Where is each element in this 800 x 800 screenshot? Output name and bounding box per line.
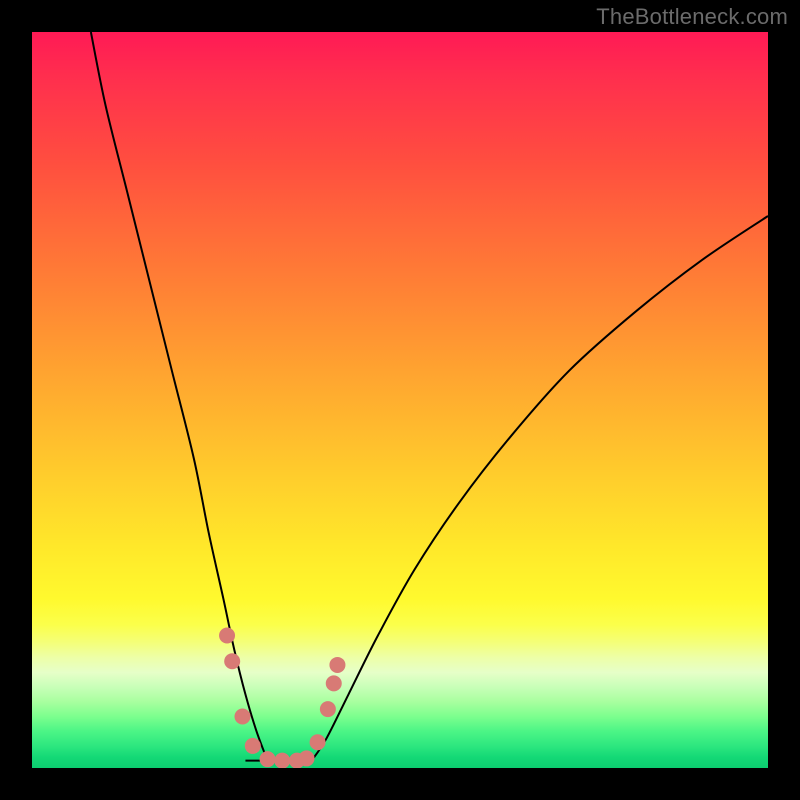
- valley-marker: [326, 675, 342, 691]
- valley-marker: [274, 753, 290, 768]
- valley-marker: [329, 657, 345, 673]
- valley-marker: [320, 701, 336, 717]
- curves-layer: [32, 32, 768, 768]
- series-right-curve: [312, 216, 768, 761]
- valley-marker: [310, 734, 326, 750]
- valley-marker: [234, 708, 250, 724]
- valley-marker: [219, 628, 235, 644]
- valley-marker: [245, 738, 261, 754]
- valley-marker: [224, 653, 240, 669]
- series-left-curve: [91, 32, 268, 761]
- valley-marker: [260, 751, 276, 767]
- plot-area: [32, 32, 768, 768]
- valley-marker: [299, 750, 315, 766]
- watermark-text: TheBottleneck.com: [596, 4, 788, 30]
- chart-container: TheBottleneck.com: [0, 0, 800, 800]
